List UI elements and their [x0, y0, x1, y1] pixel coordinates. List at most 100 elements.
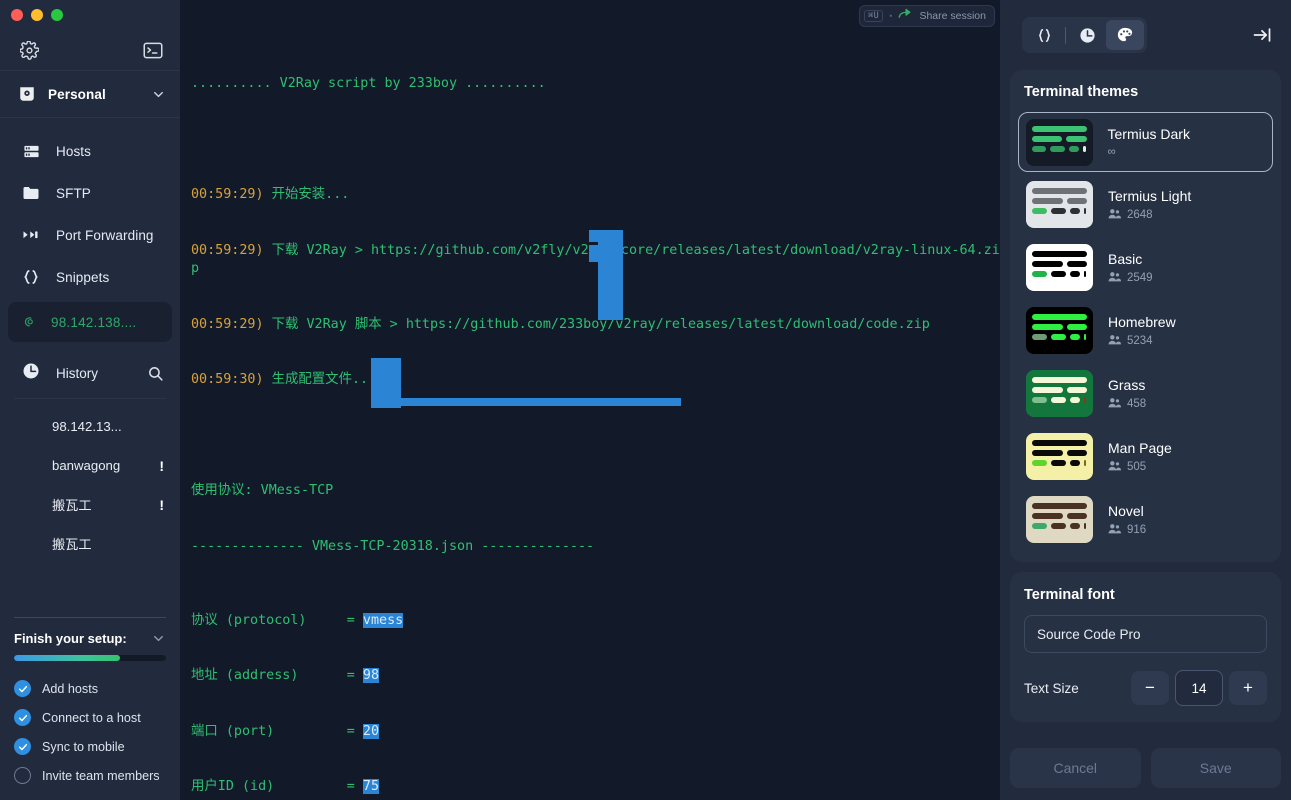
theme-meta: Grass 458: [1108, 377, 1146, 411]
tab-appearance[interactable]: [1106, 20, 1144, 50]
share-session-button[interactable]: ⌘U • Share session: [859, 5, 995, 27]
theme-usage: 458: [1108, 397, 1146, 411]
sidebar-item-label: Hosts: [56, 143, 92, 159]
theme-option-man-page[interactable]: Man Page 505: [1018, 426, 1273, 487]
terminal-line: 00:59:29) 开始安装...: [191, 186, 1000, 205]
font-family-input[interactable]: [1024, 615, 1267, 653]
theme-option-termius-dark[interactable]: Termius Dark ∞: [1018, 112, 1273, 172]
theme-list[interactable]: Termius Dark ∞ Termius Light 2648 Basic …: [1010, 112, 1281, 552]
theme-count: 2549: [1127, 271, 1153, 284]
setup-header[interactable]: Finish your setup:: [14, 631, 166, 646]
config-row: 用户ID (id) = 75: [191, 778, 1000, 797]
history-item-label: 搬瓦工: [52, 537, 92, 552]
sidebar-item-port-forwarding[interactable]: Port Forwarding: [0, 214, 180, 256]
theme-option-grass[interactable]: Grass 458: [1018, 363, 1273, 424]
setup-task-add-hosts[interactable]: Add hosts: [14, 674, 166, 703]
chevron-down-icon[interactable]: [151, 631, 166, 646]
sidebar-item-snippets[interactable]: Snippets: [0, 256, 180, 298]
theme-usage: 505: [1108, 460, 1172, 474]
minimize-window-button[interactable]: [31, 9, 43, 21]
theme-count: ∞: [1107, 146, 1116, 158]
history-list: 98.142.13... banwagong ! 搬瓦工 ! 搬瓦工: [0, 399, 180, 563]
theme-swatch: [1026, 496, 1093, 543]
config-key: 端口 (port): [191, 723, 347, 739]
setup-checklist: Finish your setup: Add hosts Connect to …: [0, 617, 180, 800]
setup-task-sync-mobile[interactable]: Sync to mobile: [14, 732, 166, 761]
config-key: 协议 (protocol): [191, 612, 347, 628]
terminal-themes-card: Terminal themes Termius Dark ∞ Termius L…: [1010, 70, 1281, 562]
settings-tabs: [1022, 17, 1147, 53]
save-button[interactable]: Save: [1150, 748, 1281, 788]
share-arrow-icon: [898, 7, 913, 25]
terminal-text: 下载 V2Ray >: [263, 242, 371, 258]
setup-task-label: Invite team members: [42, 768, 160, 783]
zoom-window-button[interactable]: [51, 9, 63, 21]
setup-progress-bar: [14, 655, 166, 661]
setup-task-label: Sync to mobile: [42, 739, 125, 754]
list-item[interactable]: 搬瓦工 !: [0, 485, 180, 524]
theme-count: 458: [1127, 397, 1147, 410]
workspace-selector[interactable]: Personal: [0, 71, 180, 118]
folder-icon: [22, 184, 40, 202]
theme-meta: Homebrew 5234: [1108, 314, 1176, 348]
terminal-line: 00:59:29) 下载 V2Ray 脚本 > https://github.c…: [191, 316, 1000, 335]
setup-task-connect-host[interactable]: Connect to a host: [14, 703, 166, 732]
settings-gear-icon[interactable]: [20, 40, 39, 60]
theme-option-termius-light[interactable]: Termius Light 2648: [1018, 174, 1273, 235]
share-session-label: Share session: [919, 10, 986, 22]
tab-history[interactable]: [1068, 20, 1106, 50]
setup-task-invite-team[interactable]: Invite team members: [14, 761, 166, 790]
share-session-shortcut: ⌘U: [864, 10, 884, 22]
config-eq: =: [346, 779, 363, 794]
theme-option-basic[interactable]: Basic 2549: [1018, 237, 1273, 298]
theme-option-homebrew[interactable]: Homebrew 5234: [1018, 300, 1273, 361]
config-row: 协议 (protocol) = vmess: [191, 612, 1000, 631]
theme-swatch: [1026, 370, 1093, 417]
theme-option-novel[interactable]: Novel 916: [1018, 489, 1273, 550]
text-size-increase-button[interactable]: +: [1229, 671, 1267, 705]
sidebar-item-history[interactable]: History: [0, 348, 180, 398]
people-icon: [1108, 397, 1121, 411]
theme-name: Basic: [1108, 250, 1143, 267]
people-icon: [1108, 334, 1121, 348]
history-item-alert: !: [159, 496, 164, 513]
tab-json[interactable]: [1025, 20, 1063, 50]
port-forwarding-icon: [22, 227, 40, 244]
cancel-button[interactable]: Cancel: [1010, 748, 1141, 788]
terminal-url[interactable]: https://github.com/233boy/v2ray/releases…: [406, 317, 930, 332]
new-terminal-icon[interactable]: [143, 42, 163, 59]
theme-name: Novel: [1108, 502, 1144, 519]
text-size-row: Text Size − 14 +: [1024, 670, 1267, 706]
list-item[interactable]: 搬瓦工: [0, 524, 180, 563]
selection-highlight: [598, 230, 623, 320]
terminal-line: -------------- VMess-TCP-20318.json ----…: [191, 538, 595, 554]
empty-circle-icon: [14, 767, 31, 784]
theme-swatch: [1025, 118, 1093, 166]
theme-meta: Termius Light 2648: [1108, 188, 1191, 222]
sidebar-item-label: SFTP: [56, 185, 91, 201]
sidebar-active-host[interactable]: 98.142.138....: [8, 302, 172, 342]
terminal-timestamp: 00:59:29): [191, 316, 264, 332]
sidebar-item-sftp[interactable]: SFTP: [0, 172, 180, 214]
close-window-button[interactable]: [11, 9, 23, 21]
terminal-line: 00:59:30) 生成配置文件...: [191, 371, 1000, 390]
debian-icon: [22, 314, 38, 330]
list-item[interactable]: 98.142.13...: [0, 407, 180, 446]
theme-usage: ∞: [1108, 146, 1190, 158]
search-icon[interactable]: [147, 365, 164, 382]
sidebar-history-label: History: [56, 365, 99, 381]
terminal-line: 使用协议: VMess-TCP: [191, 483, 334, 498]
sidebar-active-host-label: 98.142.138....: [51, 314, 137, 330]
theme-name: Man Page: [1108, 439, 1172, 456]
text-size-value[interactable]: 14: [1175, 670, 1223, 706]
sidebar-item-hosts[interactable]: Hosts: [0, 130, 180, 172]
collapse-panel-icon[interactable]: [1251, 25, 1273, 45]
theme-meta: Man Page 505: [1108, 440, 1172, 474]
config-eq: =: [346, 668, 363, 683]
list-item[interactable]: banwagong !: [0, 446, 180, 485]
terminal-pane[interactable]: ⌘U • Share session .......... V2Ray scri…: [180, 0, 1000, 800]
text-size-decrease-button[interactable]: −: [1131, 671, 1169, 705]
config-row: 地址 (address) = 98: [191, 667, 1000, 686]
chevron-down-icon[interactable]: [151, 87, 166, 102]
